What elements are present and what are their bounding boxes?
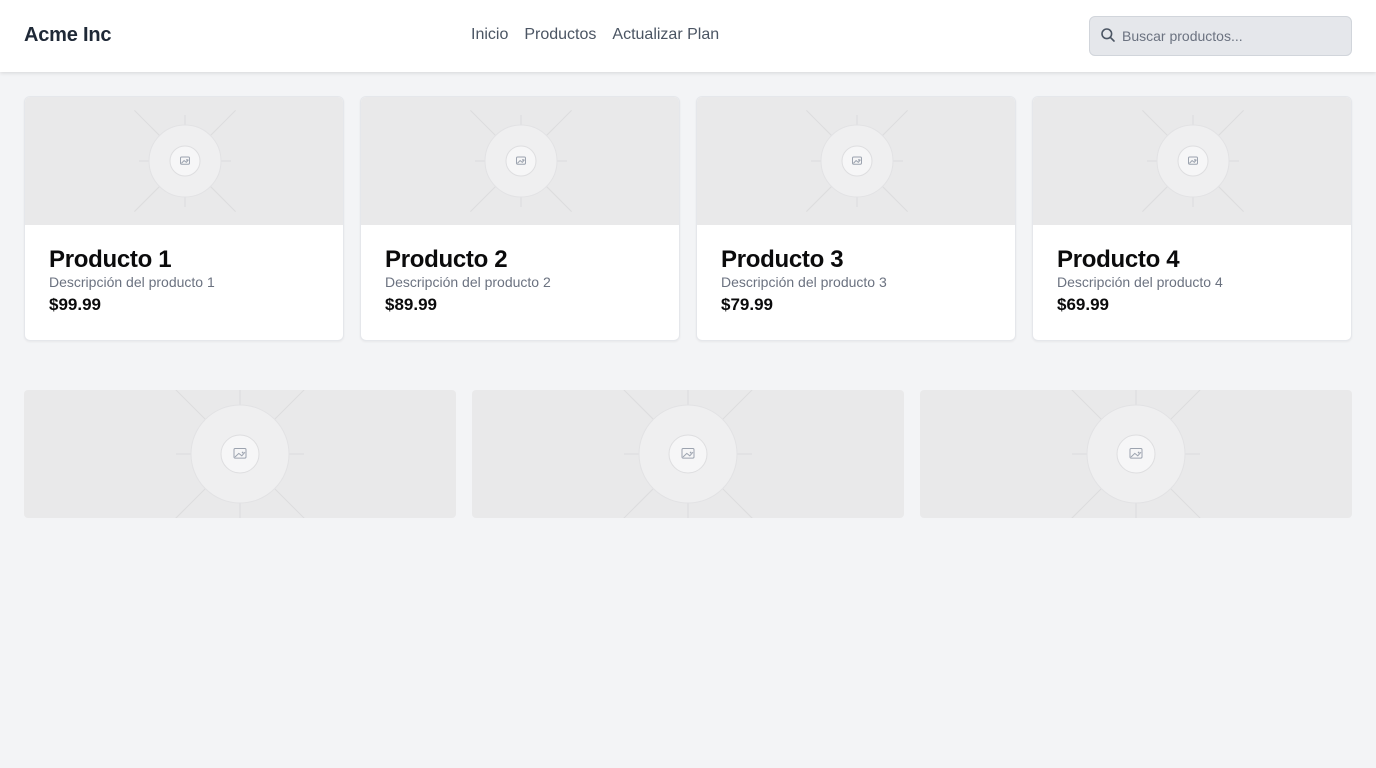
product-description: Descripción del producto 4 (1057, 274, 1223, 290)
product-card-4[interactable]: Producto 4 Descripción del producto 4 $6… (1032, 96, 1352, 341)
placeholder-tile-1[interactable] (24, 390, 456, 518)
search-box[interactable] (1089, 16, 1352, 56)
product-price: $99.99 (49, 295, 101, 314)
product-card-1[interactable]: Producto 1 Descripción del producto 1 $9… (24, 96, 344, 341)
image-placeholder-icon (623, 390, 753, 518)
nav-item-actualizar-plan[interactable]: Actualizar Plan (612, 26, 719, 44)
product-card-2[interactable]: Producto 2 Descripción del producto 2 $8… (360, 96, 680, 341)
image-placeholder-icon (175, 390, 305, 518)
product-image-2 (361, 97, 679, 225)
nav-item-productos[interactable]: Productos (524, 26, 596, 44)
image-placeholder-icon (134, 110, 236, 212)
search-icon (1100, 27, 1116, 43)
product-description: Descripción del producto 3 (721, 274, 887, 290)
image-placeholder-icon (1071, 390, 1201, 518)
product-description: Descripción del producto 2 (385, 274, 551, 290)
product-image-1 (25, 97, 343, 225)
image-placeholder-icon (470, 110, 572, 212)
product-image-3 (697, 97, 1015, 225)
product-price: $79.99 (721, 295, 773, 314)
product-price: $69.99 (1057, 295, 1109, 314)
product-title: Producto 2 (385, 246, 508, 273)
product-card-3[interactable]: Producto 3 Descripción del producto 3 $7… (696, 96, 1016, 341)
brand-logo[interactable]: Acme Inc (24, 24, 112, 47)
product-title: Producto 4 (1057, 246, 1180, 273)
product-price: $89.99 (385, 295, 437, 314)
nav-item-inicio[interactable]: Inicio (471, 26, 508, 44)
product-title: Producto 3 (721, 246, 844, 273)
product-description: Descripción del producto 1 (49, 274, 215, 290)
top-header: Acme Inc Inicio Productos Actualizar Pla… (0, 0, 1376, 72)
placeholder-tile-3[interactable] (920, 390, 1352, 518)
product-image-4 (1033, 97, 1351, 225)
product-title: Producto 1 (49, 246, 172, 273)
image-placeholder-icon (1142, 110, 1244, 212)
search-input[interactable] (1122, 28, 1342, 44)
image-placeholder-icon (806, 110, 908, 212)
main-nav: Inicio Productos Actualizar Plan (471, 26, 719, 44)
placeholder-tile-2[interactable] (472, 390, 904, 518)
